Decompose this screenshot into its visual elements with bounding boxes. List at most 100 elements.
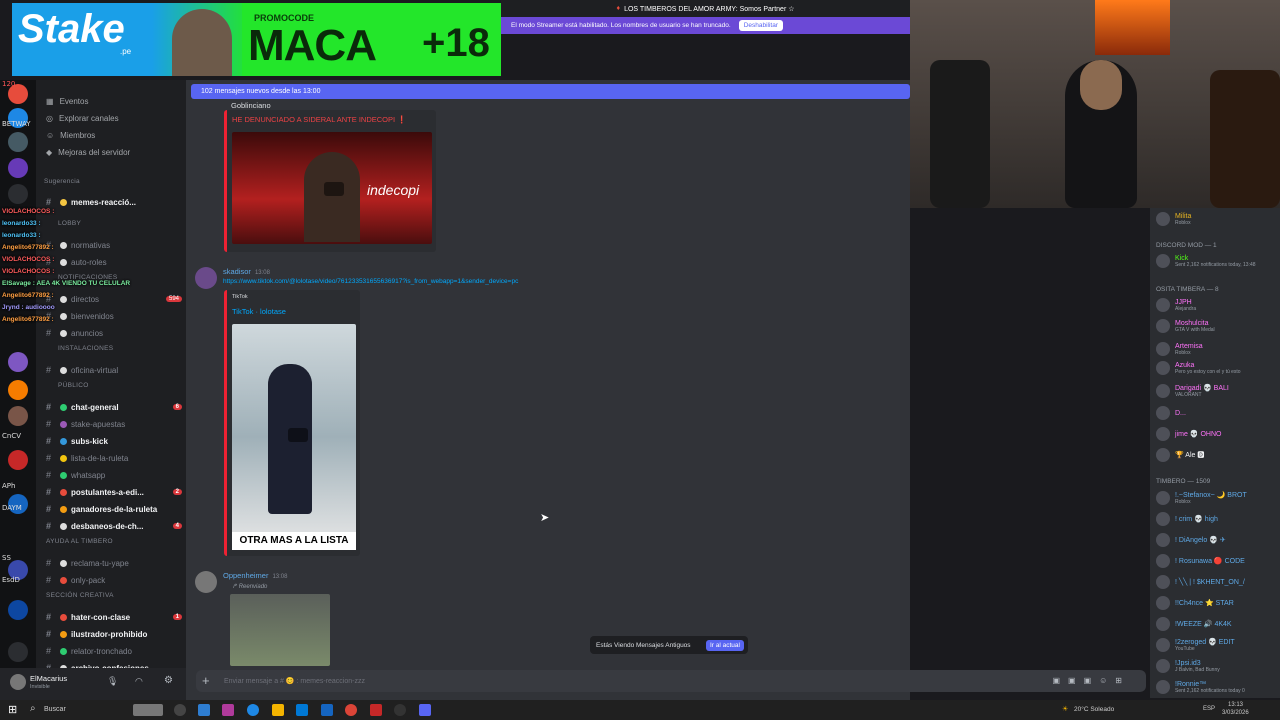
message-author[interactable]: Goblinciano (231, 101, 271, 110)
channel-item[interactable]: # relator-tronchado (46, 644, 182, 658)
category-creativa[interactable]: SECCIÓN CREATIVA (46, 592, 114, 599)
member-item[interactable]: Azuka Pero yo estoy con el y tú esto (1156, 359, 1280, 377)
obs-icon[interactable] (394, 704, 406, 716)
channel-item[interactable]: # reclama-tu-yape (46, 556, 182, 570)
nav-server-boost[interactable]: ◆ Mejoras del servidor (46, 148, 130, 157)
channel-name: only-pack (71, 575, 106, 585)
member-item[interactable]: JJPH Alejandra (1156, 296, 1280, 314)
server-icon[interactable] (8, 132, 28, 152)
server-icon[interactable] (8, 406, 28, 426)
server-icon[interactable] (8, 600, 28, 620)
store-icon[interactable] (296, 704, 308, 716)
embed-title[interactable]: HE DENUNCIADO A SIDERAL ANTE INDECOPI ❗ (232, 115, 407, 124)
headphones-icon[interactable]: ◠ (135, 676, 143, 687)
avatar[interactable] (10, 674, 26, 690)
category-sugerencia[interactable]: Sugerencia (44, 178, 80, 185)
language-indicator[interactable]: ESP (1203, 706, 1215, 712)
member-item[interactable]: !Ronnie™ Sent 2,162 notifications today 0 (1156, 678, 1280, 696)
member-item[interactable]: Artemisa Roblox (1156, 340, 1280, 358)
discord-icon[interactable] (419, 704, 431, 716)
avatar (1156, 533, 1170, 547)
channel-item[interactable]: # stake-apuestas (46, 417, 182, 431)
taskview-icon[interactable] (174, 704, 186, 716)
explorer-icon[interactable] (272, 704, 284, 716)
nav-members[interactable]: ☺ Miembros (46, 131, 95, 140)
channel-item[interactable]: # memes-reacció... (46, 195, 182, 209)
taskbar-search[interactable]: Buscar (44, 706, 66, 713)
chrome-icon[interactable] (345, 704, 357, 716)
channel-item[interactable]: # ilustrador-prohibido (46, 627, 182, 641)
gear-icon[interactable]: ⚙ (164, 675, 173, 686)
member-item[interactable]: !2zeroged 💀 EDIT YouTube (1156, 636, 1280, 654)
forwarded-image[interactable] (230, 594, 330, 666)
author-name[interactable]: skadisor (223, 267, 251, 276)
weather-text[interactable]: 20°C Soleado (1074, 706, 1114, 713)
category-ayuda[interactable]: AYUDA AL TIMBERO (46, 538, 113, 545)
search-icon[interactable]: ⌕ (30, 703, 36, 714)
author-name[interactable]: Oppenheimer (223, 571, 268, 580)
server-icon[interactable] (8, 158, 28, 178)
message-link[interactable]: https://www.tiktok.com/@lolotase/video/7… (223, 278, 518, 285)
embed-image[interactable]: OTRA MAS A LA LISTA (232, 324, 356, 550)
member-item[interactable]: Darigadi 💀 BALI VALORANT (1156, 382, 1280, 400)
jump-to-present-button[interactable]: Ir al actual (706, 639, 744, 651)
disable-streamer-mode-button[interactable]: Deshabilitar (738, 20, 784, 31)
nav-events[interactable]: ▦ Eventos (46, 97, 88, 106)
microphone-icon[interactable]: 🎙 (107, 676, 118, 687)
channel-item[interactable]: # only-pack (46, 573, 182, 587)
new-messages-bar[interactable]: 102 mensajes nuevos desde las 13:00 (191, 84, 910, 99)
play-icon[interactable] (324, 182, 344, 196)
channel-item[interactable]: # postulantes-a-edi... 2 (46, 485, 182, 499)
member-item[interactable]: Milita Roblox (1156, 210, 1280, 228)
edge-icon[interactable] (247, 704, 259, 716)
channel-item[interactable]: # whatsapp (46, 468, 182, 482)
widget-icon[interactable] (133, 704, 163, 716)
server-icon[interactable] (8, 450, 28, 470)
message-input[interactable]: + Enviar mensaje a # 😊 : memes-reaccion-… (196, 670, 1146, 692)
add-server-icon[interactable] (8, 642, 28, 662)
channel-item[interactable]: # hater-con-clase 1 (46, 610, 182, 624)
input-tools-icon[interactable]: ▣▣▣☺⊞ (1052, 676, 1130, 685)
member-item[interactable]: !.~Stefanox~ 🌙 BROT Roblox (1156, 489, 1280, 507)
member-item[interactable]: Kick Sent 2,162 notifications today, 13:4… (1156, 252, 1280, 270)
avatar (1156, 680, 1170, 694)
member-item[interactable]: ! Rosunawa 🔴 CODE (1156, 552, 1280, 570)
member-item[interactable]: 🏆 Ale 🅳 (1156, 446, 1280, 464)
nav-label: Explorar canales (58, 114, 119, 123)
nav-browse-channels[interactable]: ◎ Explorar canales (46, 114, 119, 123)
channel-item[interactable]: # subs-kick (46, 434, 182, 448)
clock-time[interactable]: 13:13 (1228, 702, 1243, 708)
member-item[interactable]: !Jpsi.id3 J Balvin, Bad Bunny (1156, 657, 1280, 675)
member-item[interactable]: ! ╲╲ | ! $KHENT_ON_/ (1156, 573, 1280, 591)
channel-item[interactable]: # lista-de-la-ruleta (46, 451, 182, 465)
app-icon[interactable] (370, 704, 382, 716)
embed-title[interactable]: TikTok · lolotase (232, 307, 286, 316)
username[interactable]: ElMacarius (30, 674, 67, 683)
server-icon[interactable] (8, 184, 28, 204)
channel-item[interactable]: # desbaneos-de-ch... 4 (46, 519, 182, 533)
avatar[interactable] (195, 571, 217, 593)
app-icon[interactable] (222, 704, 234, 716)
message-author[interactable]: Oppenheimer 13:08 (223, 571, 287, 580)
add-attachment-icon[interactable]: + (202, 673, 210, 688)
member-item[interactable]: ! DiAngelo 💀 ✈ (1156, 531, 1280, 549)
member-item[interactable]: !WEEZE 🔊 4K4K (1156, 615, 1280, 633)
embed-image[interactable]: indecopi (232, 132, 432, 244)
avatar[interactable] (195, 267, 217, 289)
channel-item[interactable]: # ganadores-de-la-ruleta (46, 502, 182, 516)
member-item[interactable]: Moshulcita GTA V with Medal (1156, 317, 1280, 335)
clock-date[interactable]: 3/03/2026 (1222, 710, 1249, 716)
channel-item[interactable]: # chat-general 6 (46, 400, 182, 414)
windows-start-icon[interactable]: ⊞ (8, 703, 17, 716)
forwarded-label: ↱ Reenviado (232, 583, 267, 590)
play-icon[interactable] (288, 428, 308, 442)
message-author[interactable]: skadisor 13:08 (223, 267, 270, 276)
member-item[interactable]: !!Ch4nce ⭐ STAR (1156, 594, 1280, 612)
member-item[interactable]: ! crim 💀 high (1156, 510, 1280, 528)
mail-icon[interactable] (321, 704, 333, 716)
hash-icon: # (46, 629, 52, 639)
member-item[interactable]: jime 💀 OHNO (1156, 425, 1280, 443)
member-item[interactable]: D... (1156, 404, 1280, 422)
hash-icon: # (46, 558, 52, 568)
files-icon[interactable] (198, 704, 210, 716)
